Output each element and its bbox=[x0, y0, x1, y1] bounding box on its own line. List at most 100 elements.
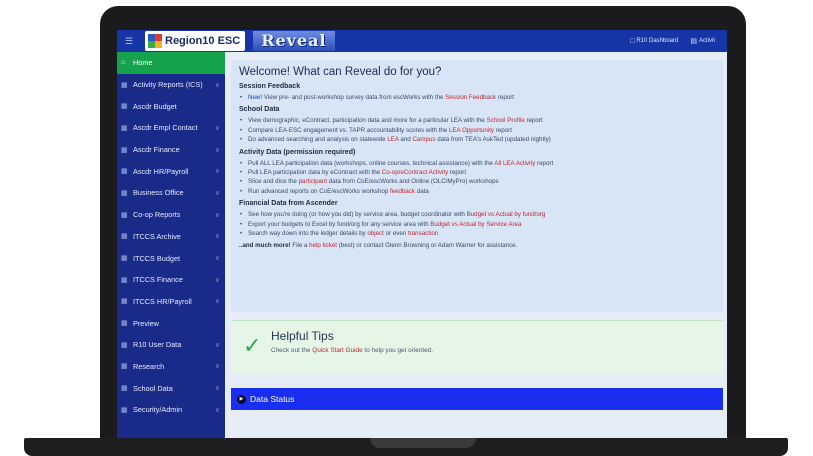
grid-icon: ▦ bbox=[121, 298, 128, 306]
sidebar-item-research[interactable]: ▦ Research ∨ bbox=[117, 356, 225, 378]
chevron-down-icon: ∨ bbox=[214, 211, 220, 219]
r10-dashboard-link[interactable]: □ R10 Dashboard bbox=[630, 37, 678, 45]
inline-text: report bbox=[524, 117, 543, 125]
list-item: Search way down into the ledger details … bbox=[239, 229, 715, 239]
activity-link[interactable]: ▤ Activit bbox=[690, 37, 715, 45]
sidebar-item-ascdr-empl-contact[interactable]: ▦ Ascdr Empl Contact ∨ bbox=[117, 117, 225, 139]
inline-text: or even bbox=[383, 230, 408, 238]
sidebar-item-itccs-finance[interactable]: ▦ ITCCS Finance ∨ bbox=[117, 269, 225, 291]
more-text: ..and much more! File a help ticket (bes… bbox=[239, 242, 715, 249]
region10-logo[interactable]: Region10 ESC bbox=[145, 31, 246, 51]
hamburger-menu-icon[interactable]: ☰ bbox=[121, 36, 137, 47]
grid-icon: ▦ bbox=[121, 189, 128, 197]
chevron-down-icon: ∨ bbox=[214, 189, 220, 197]
list-item: View demographic, eContract, participati… bbox=[239, 116, 715, 126]
inline-link[interactable]: Budget vs Actual by fund/org bbox=[467, 211, 546, 218]
inline-link[interactable]: transaction bbox=[408, 230, 438, 237]
sidebar-item-ascdr-finance[interactable]: ▦ Ascdr Finance ∨ bbox=[117, 139, 225, 161]
chevron-down-icon: ∨ bbox=[214, 168, 220, 176]
data-status-label: Data Status bbox=[250, 394, 295, 404]
sidebar-item-label: Business Office bbox=[133, 188, 184, 198]
inline-link[interactable]: LEA Opportunity bbox=[449, 127, 494, 134]
inline-text: data from TEA's AskTed (updated nightly) bbox=[435, 136, 551, 144]
grid-icon: ▦ bbox=[121, 168, 128, 176]
sidebar-item-ascdr-hr-payroll[interactable]: ▦ Ascdr HR/Payroll ∨ bbox=[117, 160, 225, 182]
bullet-list: View demographic, eContract, participati… bbox=[239, 116, 715, 145]
sidebar-item-itccs-hr-payroll[interactable]: ▦ ITCCS HR/Payroll ∨ bbox=[117, 291, 225, 313]
inline-text: File a bbox=[290, 242, 310, 250]
inline-text: data bbox=[415, 187, 429, 195]
sidebar-item-label: Co-op Reports bbox=[133, 210, 181, 220]
sidebar-item-co-op-reports[interactable]: ▦ Co-op Reports ∨ bbox=[117, 204, 225, 226]
inline-text: to help you get oriented. bbox=[362, 347, 434, 354]
inline-text: report bbox=[494, 126, 512, 134]
r10-dashboard-label: R10 Dashboard bbox=[636, 38, 679, 44]
play-circle-icon: ▶ bbox=[237, 394, 246, 404]
reveal-brand[interactable]: Reveal bbox=[253, 31, 335, 51]
inline-text: See how you're doing (or how you did) by… bbox=[248, 211, 467, 219]
sidebar-item-r10-user-data[interactable]: ▦ R10 User Data ∨ bbox=[117, 334, 225, 356]
sidebar-item-label: Security/Admin bbox=[133, 405, 183, 415]
inline-link[interactable]: School Profile bbox=[487, 117, 525, 124]
grid-icon: ▦ bbox=[121, 406, 128, 414]
inline-text: View demographic, eContract, participati… bbox=[248, 117, 487, 125]
inline-link[interactable]: feedback bbox=[390, 188, 415, 195]
sidebar-item-label: Activity Reports (ICS) bbox=[133, 80, 203, 90]
sidebar-item-business-office[interactable]: ▦ Business Office ∨ bbox=[117, 182, 225, 204]
inline-link[interactable]: help ticket bbox=[309, 242, 337, 249]
list-item: Compare LEA-ESC engagement vs. TAPR acco… bbox=[239, 126, 715, 136]
sidebar-item-label: Ascdr HR/Payroll bbox=[133, 166, 189, 176]
sidebar-item-label: Home bbox=[133, 58, 153, 68]
sidebar-item-label: ITCCS Archive bbox=[133, 231, 181, 241]
activity-icon: ▤ bbox=[690, 38, 697, 45]
sidebar: ⌂ Home ▦ Activity Reports (ICS) ∨ ▦ Ascdr Budg… bbox=[117, 52, 225, 438]
inline-link[interactable]: Co-op/eContract Activity bbox=[382, 169, 448, 176]
home-icon: ⌂ bbox=[121, 59, 126, 67]
list-item: Slice and dice the participant data from… bbox=[239, 177, 715, 187]
sidebar-item-preview[interactable]: ▦ Preview bbox=[117, 312, 225, 334]
sidebar-item-security-admin[interactable]: ▦ Security/Admin ∨ bbox=[117, 399, 225, 421]
grid-icon: ▦ bbox=[121, 233, 128, 241]
inline-link[interactable]: object bbox=[367, 230, 384, 237]
dashboard-icon: □ bbox=[630, 37, 635, 45]
bullet-list: New! View pre- and post-workshop survey … bbox=[239, 93, 715, 103]
helpful-tips-card: ✓ Helpful Tips Check out the Quick Start… bbox=[231, 320, 723, 373]
inline-link[interactable]: Campus bbox=[412, 136, 435, 143]
sidebar-item-activity-reports-ics-[interactable]: ▦ Activity Reports (ICS) ∨ bbox=[117, 74, 225, 96]
chevron-down-icon: ∨ bbox=[214, 81, 220, 89]
inline-text: Search way down into the ledger details … bbox=[248, 230, 368, 238]
section-heading: Session Feedback bbox=[239, 83, 301, 90]
logo-text: Region10 ESC bbox=[165, 35, 241, 47]
sidebar-item-label: ITCCS Budget bbox=[133, 253, 181, 263]
inline-link[interactable]: LEA bbox=[387, 136, 398, 143]
inline-text: Pull ALL LEA participation data (worksho… bbox=[248, 159, 495, 167]
sidebar-item-home[interactable]: ⌂ Home bbox=[117, 52, 225, 74]
inline-text: (best) or contact Glenn Browning or Adam… bbox=[337, 242, 518, 250]
grid-icon: ▦ bbox=[121, 363, 128, 371]
inline-link[interactable]: participant bbox=[299, 178, 328, 185]
section-heading: Financial Data from Ascender bbox=[239, 200, 338, 208]
main-content: Welcome! What can Reveal do for you? Ses… bbox=[225, 52, 727, 438]
top-bar: ☰ Region10 ESC Reveal □ R10 Dashboard ▤ … bbox=[117, 30, 727, 52]
inline-link[interactable]: Quick Start Guide bbox=[312, 347, 362, 354]
inline-link[interactable]: Budget vs Actual by Service Area bbox=[430, 221, 521, 228]
inline-text: report bbox=[496, 94, 514, 101]
sidebar-item-itccs-budget[interactable]: ▦ ITCCS Budget ∨ bbox=[117, 247, 225, 269]
sidebar-item-itccs-archive[interactable]: ▦ ITCCS Archive ∨ bbox=[117, 226, 225, 248]
data-status-bar[interactable]: ▶ Data Status bbox=[231, 388, 723, 410]
inline-link[interactable]: All LEA Activity bbox=[494, 160, 535, 167]
bullet-list: Pull ALL LEA participation data (worksho… bbox=[239, 159, 715, 197]
sidebar-item-label: Preview bbox=[133, 318, 159, 328]
top-links: □ R10 Dashboard ▤ Activit bbox=[630, 37, 727, 46]
list-item: Pull LEA participation data by eContract… bbox=[239, 168, 715, 178]
section-heading: School Data bbox=[239, 106, 280, 114]
inline-link[interactable]: Session Feedback bbox=[445, 94, 496, 101]
sidebar-item-school-data[interactable]: ▦ School Data ∨ bbox=[117, 377, 225, 399]
chevron-down-icon: ∨ bbox=[214, 341, 220, 349]
sidebar-item-ascdr-budget[interactable]: ▦ Ascdr Budget bbox=[117, 95, 225, 117]
laptop-notch bbox=[370, 438, 476, 448]
chevron-down-icon: ∨ bbox=[214, 276, 220, 284]
grid-icon: ▦ bbox=[121, 81, 128, 89]
new-badge[interactable]: New! bbox=[248, 94, 262, 101]
inline-text: Run advanced reports on CoE/escWorks wor… bbox=[248, 187, 390, 195]
